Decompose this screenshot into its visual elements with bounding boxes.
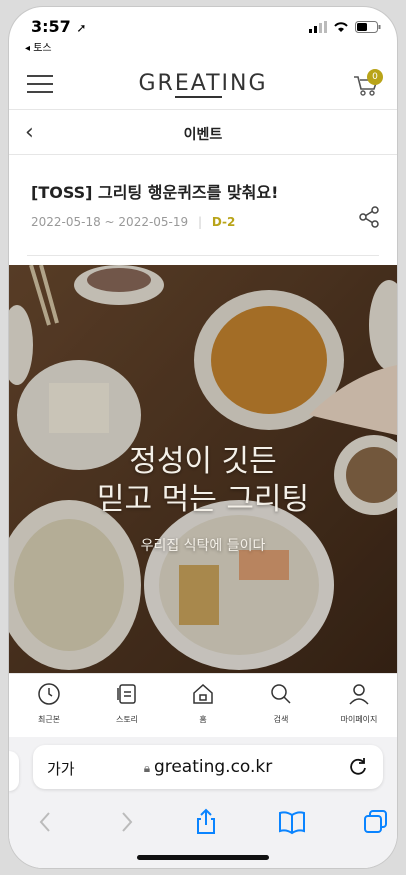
back-icon[interactable] [31,807,61,837]
status-time: 3:57 ➚ [31,17,87,36]
divider [27,255,379,256]
nav-home[interactable]: 홈 [173,682,233,725]
battery-icon [355,21,381,33]
address-bar[interactable]: 가가 🔒︎ greating.co.kr [33,745,383,789]
forward-icon[interactable] [111,807,141,837]
home-icon [193,683,213,704]
event-banner-image[interactable]: 정성이 깃든 믿고 먹는 그리팅 우리집 식탁에 들이다 [9,265,397,680]
url-display[interactable]: 🔒︎ greating.co.kr [33,757,383,777]
status-icons [309,21,381,33]
banner-headline-1: 정성이 깃든 [129,444,277,479]
clock-icon [38,683,60,705]
reload-icon[interactable] [347,755,369,777]
dday-badge: D-2 [211,215,236,229]
share-icon[interactable] [357,205,381,229]
bookmarks-icon[interactable] [277,807,307,837]
nav-label: 홈 [199,715,207,724]
banner-text: 정성이 깃든 믿고 먹는 그리팅 우리집 식탁에 들이다 [9,443,397,555]
cart-count-badge: 0 [367,69,383,85]
greating-logo[interactable]: GREATING [9,71,397,98]
nav-label: 마이페이지 [340,715,378,724]
nav-mypage[interactable]: 마이페이지 [329,682,389,725]
status-bar: 3:57 ➚ ◂ 토스 [9,7,397,55]
cart-button[interactable]: 0 [351,69,383,101]
back-to-app-link[interactable]: ◂ 토스 [25,39,52,54]
banner-headline-2: 믿고 먹는 그리팅 [96,482,310,517]
banner-tagline: 우리집 식탁에 들이다 [140,538,266,554]
previous-tab-peek[interactable] [9,751,19,791]
person-icon [349,684,369,705]
nav-label: 검색 [273,715,289,724]
wifi-icon [334,22,348,32]
home-indicator [137,855,269,860]
event-dates: 2022-05-18 ~ 2022-05-19 [31,215,189,229]
bottom-navigation: 최근본 스토리 홈 검색 마이페이지 [9,673,397,738]
nav-label: 최근본 [37,715,61,724]
event-title: [TOSS] 그리팅 행운퀴즈를 맞춰요! [31,183,279,202]
share-icon[interactable] [191,807,221,837]
phone-screen: 3:57 ➚ ◂ 토스 GREATING 0 ‹ 이벤트 [TOSS] 그리팅 … [9,7,397,868]
lock-icon: 🔒︎ [143,761,154,775]
meta-separator: | [198,215,203,229]
safari-toolbar [9,801,397,841]
nav-recent[interactable]: 최근본 [19,682,79,725]
event-meta: 2022-05-18 ~ 2022-05-19 | D-2 [31,215,235,229]
nav-search[interactable]: 검색 [251,682,311,725]
safari-bottom-bar: 가가 🔒︎ greating.co.kr [9,737,397,868]
nav-story[interactable]: 스토리 [97,682,157,725]
nav-label: 스토리 [115,715,139,724]
app-header: GREATING 0 [9,59,397,110]
page-title: 이벤트 [183,127,223,143]
search-icon [271,684,291,704]
signal-icon [309,21,327,33]
tabs-icon[interactable] [361,807,391,837]
story-icon [117,684,136,704]
sub-header: ‹ 이벤트 [9,110,397,155]
